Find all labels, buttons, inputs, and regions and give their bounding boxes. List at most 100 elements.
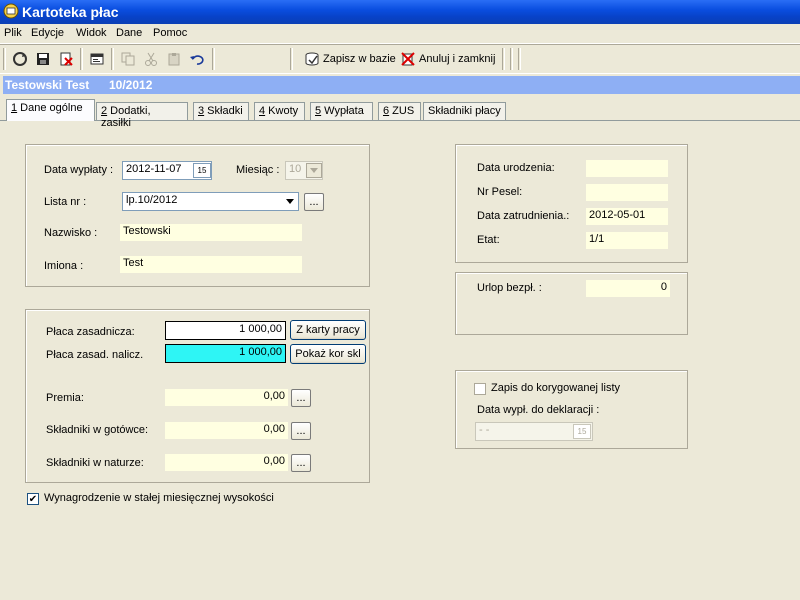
title-bar: Kartoteka płac xyxy=(0,0,800,24)
menu-dane[interactable]: Dane xyxy=(116,27,142,39)
list-label: Lista nr : xyxy=(44,196,87,208)
paste-icon xyxy=(164,49,184,69)
base-calc-label: Płaca zasad. nalicz. xyxy=(46,349,144,361)
tab-dodatki-zasilki[interactable]: 2 Dodatki, zasiłki xyxy=(96,102,188,129)
copy-icon xyxy=(118,49,138,69)
menu-bar: Plik Edycje Widok Dane Pomoc xyxy=(0,24,800,44)
save-icon[interactable] xyxy=(33,49,53,69)
employee-header: Testowski Test 10/2012 xyxy=(3,76,800,94)
etat-field: 1/1 xyxy=(586,232,668,249)
ellipsis-label: ... xyxy=(309,196,319,208)
calendar-icon[interactable]: 15 xyxy=(573,424,591,439)
bonus-field: 0,00 xyxy=(165,389,288,406)
pesel-field xyxy=(586,184,668,201)
from-work-card-label: Z karty pracy xyxy=(296,324,360,336)
toolbar-separator xyxy=(518,48,521,70)
birth-date-label: Data urodzenia: xyxy=(477,162,555,174)
toolbar-separator xyxy=(212,48,215,70)
payout-date-label: Data wypłaty : xyxy=(44,164,114,176)
undo-icon[interactable] xyxy=(187,49,207,69)
month-value: 10 xyxy=(289,163,302,175)
bonus-browse-button[interactable]: ... xyxy=(291,389,311,407)
ellipsis-label: ... xyxy=(296,392,306,404)
tab-label: Dane ogólne xyxy=(17,102,83,114)
cancel-close-label: Anuluj i zamknij xyxy=(419,53,496,65)
fixed-salary-checkbox[interactable]: ✔ xyxy=(27,493,39,505)
toolbar-separator xyxy=(510,48,513,70)
payout-date-value: 2012-11-07 xyxy=(126,163,182,175)
check-icon: ✔ xyxy=(28,493,38,505)
chevron-down-icon[interactable] xyxy=(282,194,298,209)
menu-pomoc[interactable]: Pomoc xyxy=(153,27,187,39)
cash-browse-button[interactable]: ... xyxy=(291,422,311,440)
correction-checkbox[interactable] xyxy=(474,383,486,395)
tab-dane-ogolne[interactable]: 1 Dane ogólne xyxy=(6,99,95,121)
month-label: Miesiąc : xyxy=(236,164,280,176)
cut-icon xyxy=(141,49,161,69)
save-to-db-label: Zapisz w bazie xyxy=(323,53,396,65)
save-to-db-button[interactable]: Zapisz w bazie xyxy=(304,49,396,69)
tab-label: Wypłata xyxy=(321,105,364,117)
unpaid-leave-value: 0 xyxy=(660,281,667,293)
in-kind-value: 0,00 xyxy=(263,455,285,467)
base-salary-input[interactable]: 1 000,00 xyxy=(165,321,286,340)
hire-date-label: Data zatrudnienia.: xyxy=(477,210,570,222)
tab-label: Składniki płacy xyxy=(428,105,501,117)
ellipsis-label: ... xyxy=(296,425,306,437)
base-salary-value: 1 000,00 xyxy=(239,323,282,335)
properties-icon[interactable] xyxy=(87,49,107,69)
hire-date-field: 2012-05-01 xyxy=(586,208,668,225)
payroll-period: 10/2012 xyxy=(109,78,153,92)
hire-date-value: 2012-05-01 xyxy=(589,209,646,221)
toolbar-grip xyxy=(290,48,293,70)
employee-name: Testowski Test xyxy=(5,78,90,92)
cancel-close-button[interactable]: Anuluj i zamknij xyxy=(400,49,495,69)
menu-edycje[interactable]: Edycje xyxy=(31,27,64,39)
base-salary-label: Płaca zasadnicza: xyxy=(46,326,135,338)
list-value: lp.10/2012 xyxy=(126,194,178,206)
tab-wyplata[interactable]: 5 Wypłata xyxy=(310,102,373,120)
base-calc-input[interactable]: 1 000,00 xyxy=(165,344,286,363)
tab-skladniki-placy[interactable]: Składniki płacy xyxy=(423,102,506,120)
app-icon xyxy=(3,3,19,19)
correction-label: Zapis do korygowanej listy xyxy=(491,382,621,394)
calendar-icon[interactable]: 15 xyxy=(193,163,211,178)
toolbar-separator xyxy=(80,48,83,70)
pesel-label: Nr Pesel: xyxy=(477,186,523,198)
tab-strip: 1 Dane ogólne 2 Dodatki, zasiłki 3 Skład… xyxy=(0,99,800,129)
names-label: Imiona : xyxy=(44,260,84,272)
tab-label: ZUS xyxy=(389,105,415,117)
surname-label: Nazwisko : xyxy=(44,227,98,239)
in-kind-field: 0,00 xyxy=(165,454,288,471)
chevron-down-icon[interactable] xyxy=(306,163,322,178)
in-kind-browse-button[interactable]: ... xyxy=(291,454,311,472)
menu-plik[interactable]: Plik xyxy=(4,27,22,39)
bonus-label: Premia: xyxy=(46,392,84,404)
tab-zus[interactable]: 6 ZUS xyxy=(378,102,421,120)
tab-kwoty[interactable]: 4 Kwoty xyxy=(254,102,305,120)
etat-label: Etat: xyxy=(477,234,500,246)
tab-skladki[interactable]: 3 Składki xyxy=(193,102,249,120)
ellipsis-label: ... xyxy=(296,457,306,469)
birth-date-field xyxy=(586,160,668,177)
etat-value: 1/1 xyxy=(589,233,605,245)
list-browse-button[interactable]: ... xyxy=(304,193,324,211)
delete-document-icon[interactable] xyxy=(56,49,76,69)
fixed-salary-label: Wynagrodzenie w stałej miesięcznej wysok… xyxy=(44,492,274,504)
cash-field: 0,00 xyxy=(165,422,288,439)
refresh-icon[interactable] xyxy=(10,49,30,69)
decl-date-label: Data wypł. do deklaracji : xyxy=(477,404,600,416)
show-kor-button[interactable]: Pokaż kor skl xyxy=(290,344,366,364)
cancel-icon xyxy=(401,52,415,66)
names-value: Test xyxy=(123,257,144,269)
menu-widok[interactable]: Widok xyxy=(76,27,107,39)
list-select[interactable]: lp.10/2012 xyxy=(122,192,299,211)
from-work-card-button[interactable]: Z karty pracy xyxy=(290,320,366,340)
tab-label: Dodatki, zasiłki xyxy=(101,105,151,129)
base-calc-value: 1 000,00 xyxy=(239,346,282,358)
names-field: Test xyxy=(120,256,302,273)
in-kind-label: Składniki w naturze: xyxy=(46,457,144,469)
surname-value: Testowski xyxy=(123,225,171,237)
tab-label: Kwoty xyxy=(265,105,299,117)
unpaid-leave-field: 0 xyxy=(586,280,670,297)
